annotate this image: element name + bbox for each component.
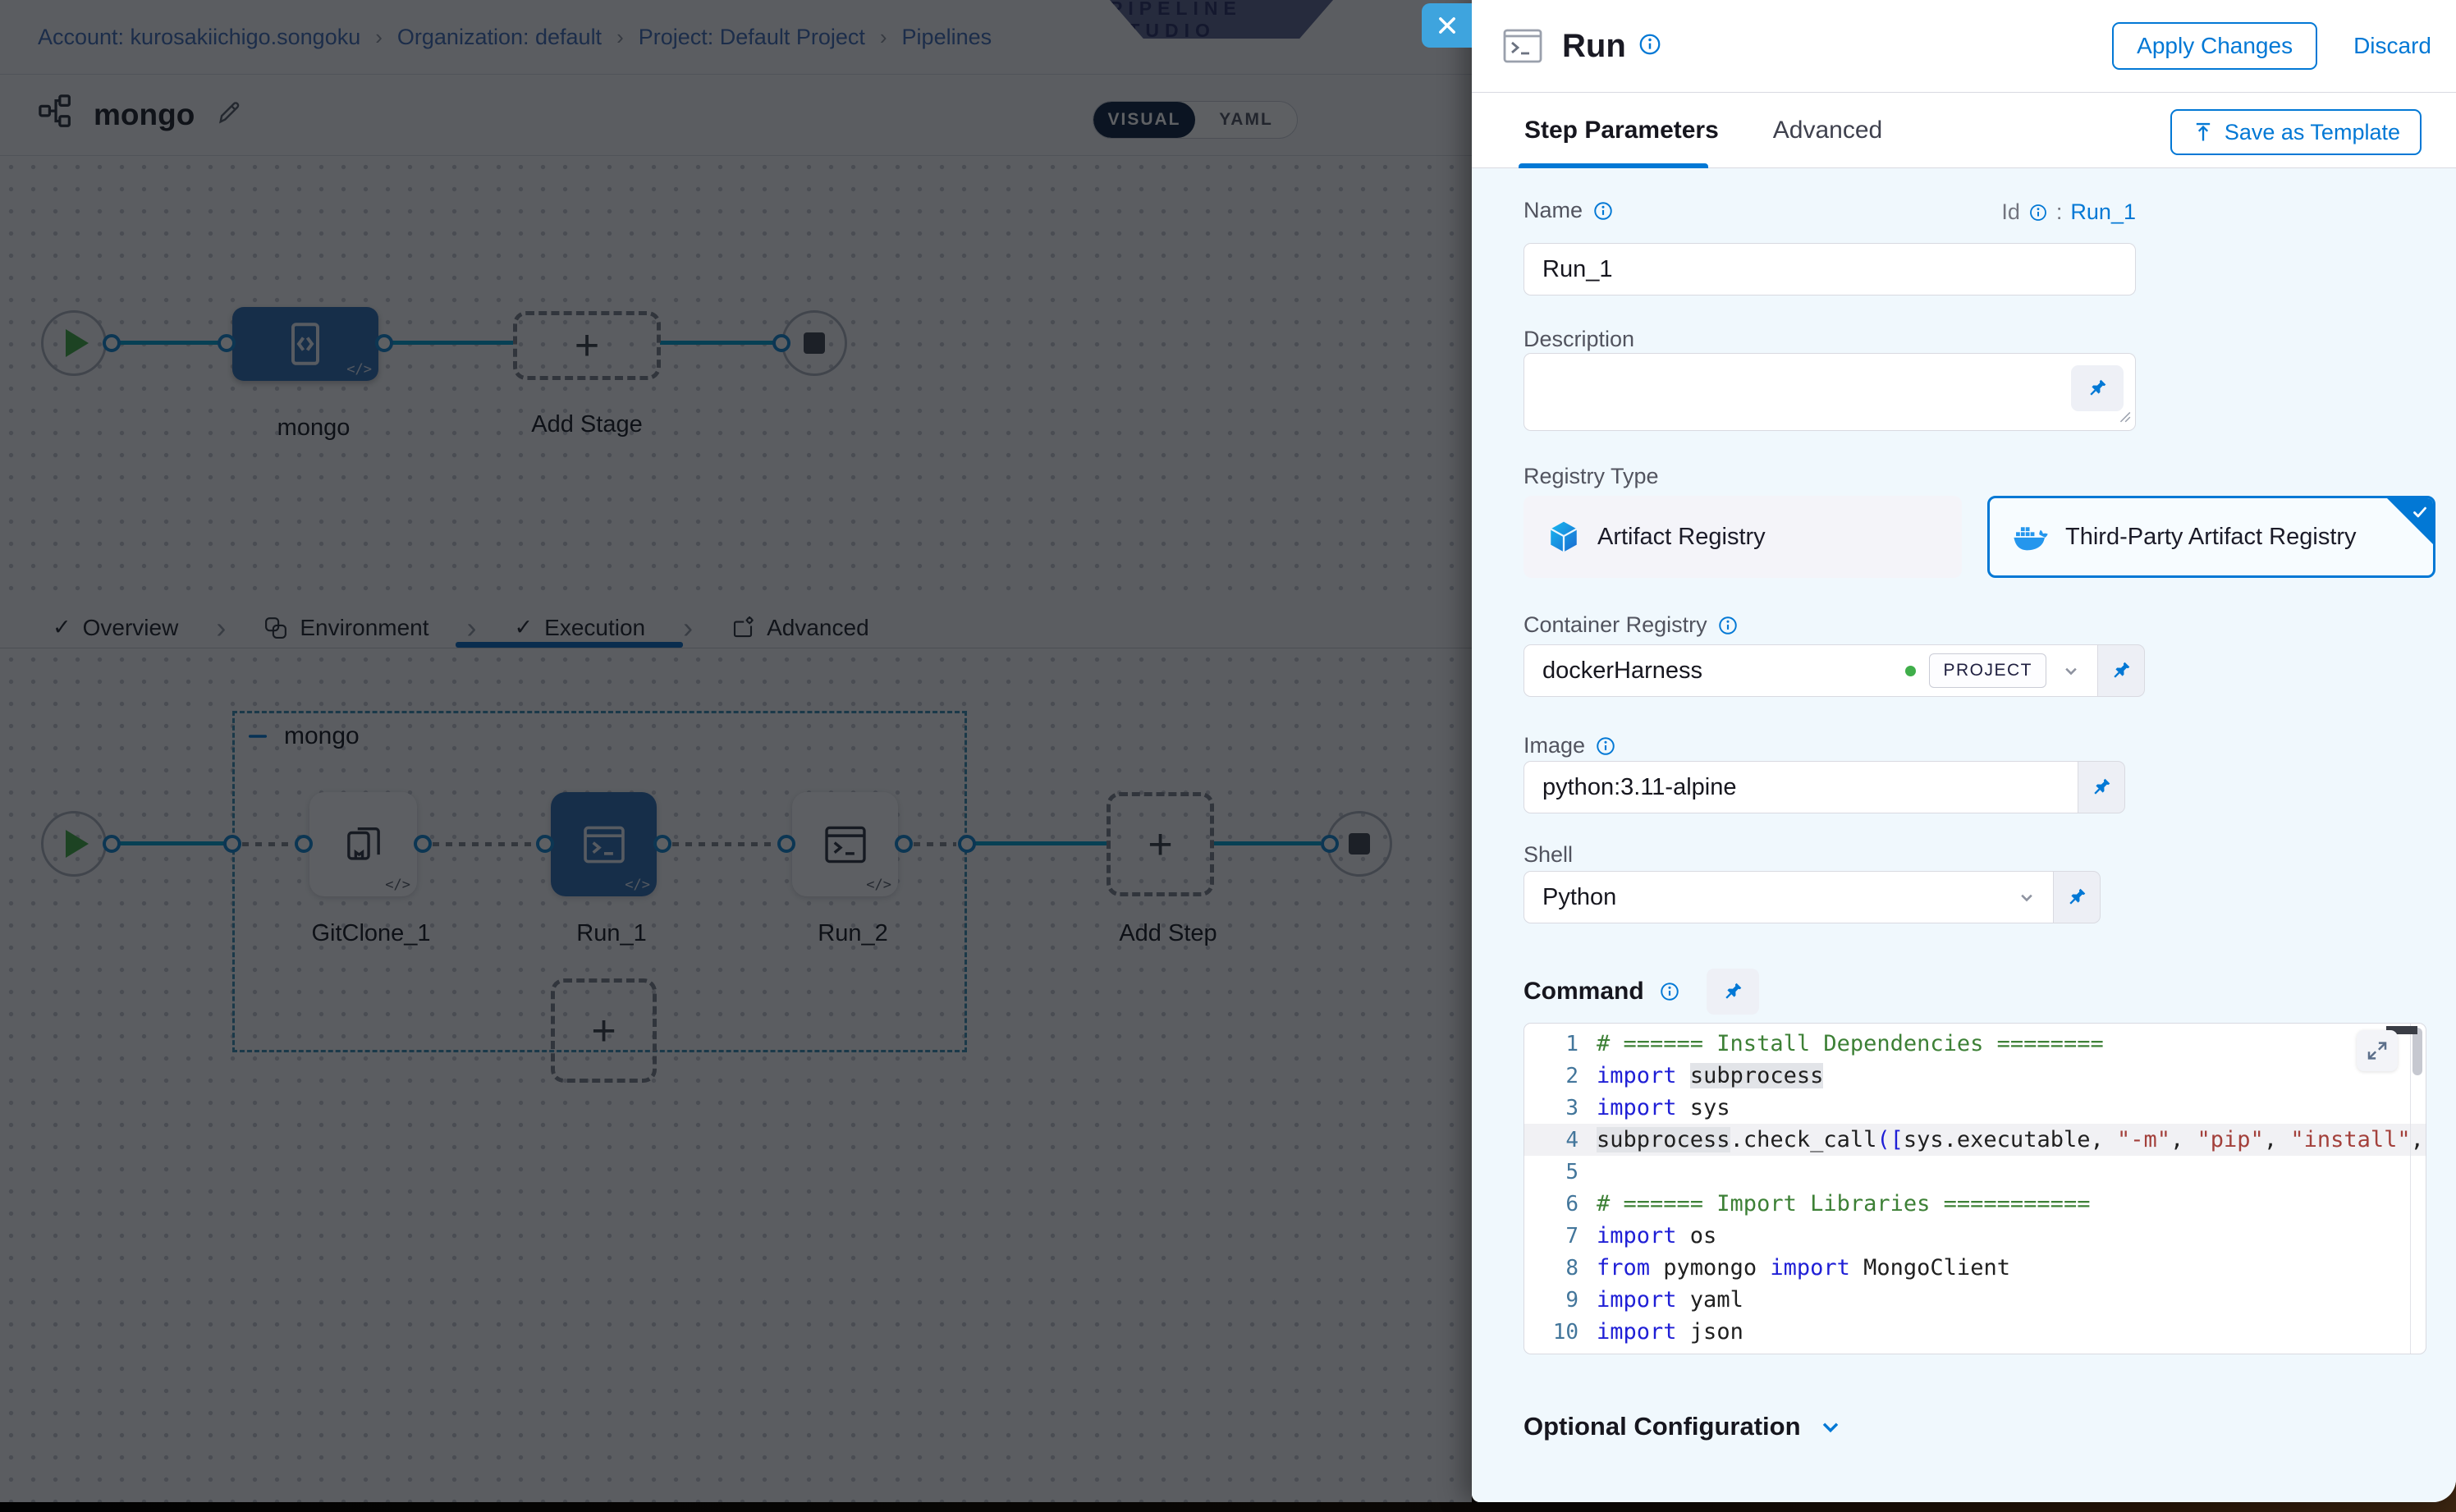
line-number: 6 [1524, 1192, 1597, 1216]
name-input[interactable]: Run_1 [1524, 243, 2136, 296]
code-text: # ====== Install Dependencies ======== [1597, 1031, 2104, 1056]
container-registry-field: dockerHarness PROJECT [1524, 644, 2145, 697]
editor-scrollbar-track[interactable] [2410, 1024, 2411, 1354]
image-label: Image [1524, 733, 1616, 758]
step-id: Id : Run_1 [2001, 199, 2136, 225]
line-number: 10 [1524, 1320, 1597, 1345]
pin-icon [2110, 659, 2133, 682]
pipeline-studio-screen: Account: kurosakiichigo.songoku›Organiza… [0, 0, 2456, 1512]
command-code-rows: 1# ====== Install Dependencies ========2… [1524, 1024, 2426, 1348]
registry-option-third-party[interactable]: Third-Party Artifact Registry [1987, 496, 2435, 578]
command-code-editor[interactable]: 1# ====== Install Dependencies ========2… [1524, 1023, 2426, 1354]
check-icon [2409, 502, 2431, 523]
code-line: 1# ====== Install Dependencies ======== [1524, 1028, 2426, 1060]
code-line: 9import yaml [1524, 1284, 2426, 1316]
optional-configuration-toggle[interactable]: Optional Configuration [1524, 1412, 1844, 1441]
name-label: Name [1524, 198, 1614, 223]
pin-icon [2086, 377, 2109, 400]
code-text: subprocess.check_call([sys.executable, "… [1597, 1127, 2424, 1152]
code-text: import json [1597, 1319, 1743, 1345]
code-line: 7import os [1524, 1220, 2426, 1252]
code-line: 3import sys [1524, 1092, 2426, 1124]
step-config-drawer: Run Apply Changes Discard Step Parameter… [1472, 0, 2456, 1502]
code-line: 5 [1524, 1156, 2426, 1188]
pin-runtime-input-button[interactable] [2098, 644, 2145, 697]
shell-field: Python [1524, 871, 2101, 923]
command-header: Command [1524, 969, 1759, 1015]
expand-editor-button[interactable] [2357, 1030, 2398, 1071]
drawer-content: Name Id : Run_1 Run_1 Description [1472, 168, 2456, 1502]
pin-icon [2090, 776, 2113, 799]
line-number: 5 [1524, 1160, 1597, 1184]
code-line: 4subprocess.check_call([sys.executable, … [1524, 1124, 2426, 1156]
resize-handle[interactable] [2118, 410, 2131, 427]
container-registry-input[interactable]: dockerHarness PROJECT [1524, 644, 2098, 697]
tab-step-parameters[interactable]: Step Parameters [1524, 117, 1719, 144]
line-number: 2 [1524, 1064, 1597, 1088]
line-number: 8 [1524, 1256, 1597, 1281]
pin-runtime-input-button[interactable] [2071, 365, 2124, 411]
save-as-template-button[interactable]: Save as Template [2170, 109, 2422, 155]
step-id-value[interactable]: Run_1 [2070, 199, 2136, 225]
chevron-down-icon [1817, 1413, 1844, 1440]
pin-runtime-input-button[interactable] [1707, 969, 1759, 1015]
code-text: import subprocess [1597, 1063, 1823, 1088]
drawer-title: Run [1562, 28, 1626, 65]
docker-icon [2013, 522, 2049, 552]
run-step-icon [1503, 29, 1542, 63]
description-label: Description [1524, 327, 1634, 352]
shell-label: Shell [1524, 842, 1573, 868]
registry-option-artifact[interactable]: Artifact Registry [1524, 496, 1962, 578]
description-textarea[interactable] [1524, 353, 2136, 431]
save-template-icon [2192, 121, 2215, 144]
pin-runtime-input-button[interactable] [2078, 761, 2125, 813]
close-icon [1436, 14, 1459, 37]
chevron-down-icon [2015, 886, 2038, 909]
connector-status-dot [1905, 666, 1916, 676]
expand-icon [2365, 1038, 2390, 1063]
tab-advanced[interactable]: Advanced [1773, 117, 1882, 144]
line-number: 3 [1524, 1096, 1597, 1120]
code-line: 2import subprocess [1524, 1060, 2426, 1092]
info-icon[interactable] [1659, 981, 1680, 1002]
close-drawer-button[interactable] [1422, 3, 1472, 48]
code-text: # ====== Import Libraries =========== [1597, 1191, 2090, 1216]
code-text: from pymongo import MongoClient [1597, 1255, 2010, 1281]
line-number: 9 [1524, 1288, 1597, 1313]
modal-dim-overlay [0, 0, 1472, 1502]
code-text: import sys [1597, 1095, 1730, 1120]
scope-badge: PROJECT [1929, 653, 2046, 688]
artifact-registry-icon [1546, 520, 1581, 554]
info-icon[interactable] [1638, 32, 1662, 61]
registry-type-label: Registry Type [1524, 464, 1659, 489]
image-input[interactable]: python:3.11-alpine [1524, 761, 2078, 813]
line-number: 4 [1524, 1128, 1597, 1152]
code-line: 10import json [1524, 1316, 2426, 1348]
pin-icon [2065, 886, 2088, 909]
shell-select[interactable]: Python [1524, 871, 2054, 923]
info-icon[interactable] [1717, 615, 1739, 636]
drawer-tab-bar: Step Parameters Advanced Save as Templat… [1472, 93, 2456, 168]
apply-changes-button[interactable]: Apply Changes [2112, 22, 2317, 70]
line-number: 1 [1524, 1032, 1597, 1056]
code-line: 6# ====== Import Libraries =========== [1524, 1188, 2426, 1220]
info-icon[interactable] [1595, 735, 1616, 757]
drawer-header: Run Apply Changes Discard [1472, 0, 2456, 93]
pin-runtime-input-button[interactable] [2054, 871, 2101, 923]
image-field: python:3.11-alpine [1524, 761, 2125, 813]
container-registry-label: Container Registry [1524, 612, 1739, 638]
code-text: import yaml [1597, 1287, 1743, 1313]
discard-button[interactable]: Discard [2353, 33, 2431, 59]
code-line: 8from pymongo import MongoClient [1524, 1252, 2426, 1284]
editor-scrollbar-thumb[interactable] [2412, 1028, 2422, 1075]
command-label: Command [1524, 978, 1644, 1006]
chevron-down-icon[interactable] [2060, 659, 2083, 682]
info-icon[interactable] [2028, 203, 2048, 222]
pin-icon [1721, 980, 1744, 1003]
info-icon[interactable] [1592, 200, 1614, 222]
code-text: import os [1597, 1223, 1716, 1249]
line-number: 7 [1524, 1224, 1597, 1249]
